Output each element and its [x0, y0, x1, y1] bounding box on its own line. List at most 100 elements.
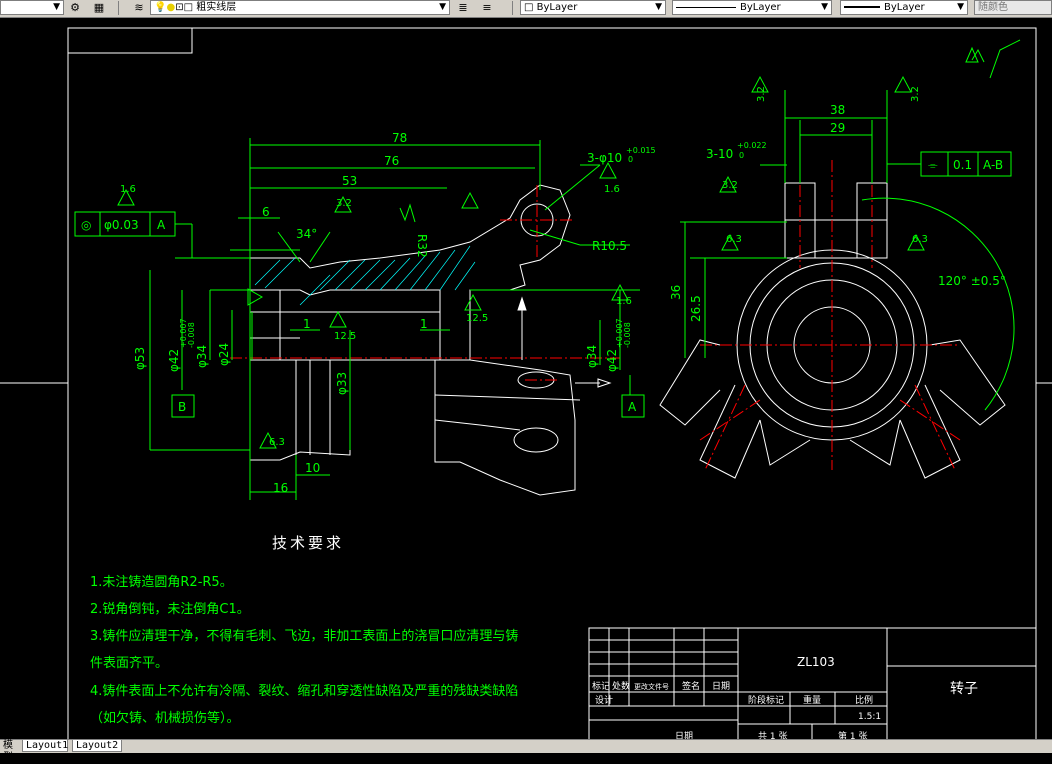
sheet-total: 共 1 张 [758, 731, 787, 739]
dim-holes2-tol: +0.022 [737, 141, 767, 150]
dim-d33: φ33 [335, 372, 349, 395]
rough-125b: 12.5 [466, 313, 488, 324]
dim-36: 36 [669, 285, 683, 300]
dim-holes-tol: +0.015 [626, 146, 656, 155]
sym-frame-sym: ⌯ [928, 158, 938, 172]
layer-name: 粗实线层 [196, 2, 237, 13]
rough-63: 6.3 [269, 437, 285, 448]
plotstyle-dropdown[interactable]: 随颜色 [974, 0, 1052, 15]
rough-63r2: 6.3 [912, 234, 928, 245]
dimensions-left [74, 138, 645, 500]
title-block-text: ZL103 转子 标记 处数 更改文件号 签名 日期 设计 阶段标记 重量 比例… [592, 655, 978, 739]
dim-r105: R10.5 [592, 239, 627, 253]
datum-a: A [628, 400, 637, 414]
rough-16b: 1.6 [604, 184, 620, 195]
col-stage: 阶段标记 [748, 694, 784, 706]
dimension-text-right: 38 29 3-10 +0.022 0 ⌯ 0.1 A-B 36 26.5 12… [669, 86, 1006, 322]
linetype-dropdown[interactable]: ByLayer ▼ [672, 0, 832, 15]
note-4b: （如欠铸、机械损伤等）。 [90, 710, 240, 726]
col-approve: 日期 [675, 731, 693, 739]
col-design: 设计 [595, 694, 613, 706]
chevron-down-icon: ▼ [957, 2, 964, 12]
rough-63r: 6.3 [726, 234, 742, 245]
dim-78: 78 [392, 131, 407, 145]
tol-frame-val: φ0.03 [104, 218, 139, 232]
layout-tabs: 模型 Layout1 Layout2 [0, 739, 1052, 763]
lightbulb-icon: 💡 [154, 2, 167, 13]
section-hatch [254, 245, 476, 306]
lineweight-dropdown[interactable]: ByLayer ▼ [840, 0, 968, 15]
chevron-down-icon: ▼ [53, 2, 60, 12]
dim-10: 10 [305, 461, 320, 475]
dim-265: 26.5 [689, 295, 703, 322]
linetype-value: ByLayer [740, 2, 781, 13]
note-1: 1.未注铸造圆角R2-R5。 [90, 574, 233, 590]
layer-previous-icon[interactable]: ≡ [480, 1, 494, 15]
layer-properties-icon[interactable]: ≋ [132, 1, 146, 15]
layer-states-icon[interactable]: ⚙ [68, 1, 82, 15]
dim-6: 6 [262, 205, 270, 219]
dim-d42-right: φ42 [605, 349, 619, 372]
sheet-no: 第 1 张 [838, 730, 867, 739]
layer-dropdown[interactable]: 💡●⊡□ 粗实线层 ▼ [150, 0, 450, 15]
notes-title: 技术要求 [272, 534, 344, 552]
material-label: ZL103 [797, 655, 835, 669]
note-3b: 件表面齐平。 [90, 655, 168, 671]
workspace-dropdown[interactable]: ▼ [0, 0, 64, 15]
dim-holes2: 3-10 [706, 147, 733, 161]
sym-frame-ref: A-B [983, 158, 1003, 172]
dim-angle: 120° ±0.5° [938, 274, 1006, 288]
rough-32r: 3.2 [756, 86, 767, 102]
model-space-canvas[interactable]: 78 76 53 6 34° R32 3-φ10 +0.015 0 R10.5 … [0, 17, 1052, 739]
dim-d53: φ53 [133, 347, 147, 370]
dim-16: 16 [273, 481, 288, 495]
dim-d42-right-tol-dn: -0.008 [623, 322, 632, 348]
datum-b: B [178, 400, 186, 414]
color-dropdown[interactable]: □ ByLayer ▼ [520, 0, 666, 15]
chevron-down-icon: ▼ [655, 2, 662, 12]
dim-r32: R32 [415, 234, 429, 258]
color-swatch-icon: □ [183, 2, 194, 13]
make-current-icon[interactable]: ≣ [456, 1, 470, 15]
tab-layout2[interactable]: Layout2 [72, 740, 122, 752]
dim-holes2-tol2: 0 [739, 151, 744, 160]
col-count: 处数 [612, 680, 630, 692]
rough-32: 3.2 [336, 198, 352, 209]
tab-model[interactable]: 模型 [0, 740, 22, 763]
dim-53: 53 [342, 174, 357, 188]
color-value: ByLayer [536, 2, 578, 13]
rough-16: 1.6 [120, 184, 136, 195]
technical-notes: 1.未注铸造圆角R2-R5。 2.锐角倒钝，未注倒角C1。 3.铸件应清理干净，… [90, 574, 518, 726]
sun-icon: ● [166, 2, 176, 13]
dim-d42-tol-dn: -0.008 [187, 322, 196, 348]
dim-76: 76 [384, 154, 399, 168]
dim-1b: 1 [420, 317, 428, 331]
col-date: 日期 [712, 681, 730, 692]
dimension-text-left: 78 76 53 6 34° R32 3-φ10 +0.015 0 R10.5 … [81, 131, 656, 495]
dim-d42: φ42 [167, 349, 181, 372]
layer-manager-icon[interactable]: ▦ [92, 1, 106, 15]
tol-frame-sym: ◎ [81, 218, 91, 232]
properties-toolbar: ▼ ⚙ ▦ ≋ 💡●⊡□ 粗实线层 ▼ ≣ ≡ □ ByLayer ▼ ByLay… [0, 0, 1052, 18]
note-4a: 4.铸件表面上不允许有冷隔、裂纹、缩孔和穿透性缺陷及严重的残缺类缺陷 [90, 683, 518, 699]
centerlines-right [699, 160, 961, 471]
lock-icon: ⊡ [175, 2, 184, 13]
part-name: 转子 [950, 681, 978, 697]
lineweight-value: ByLayer [884, 2, 925, 13]
dim-29: 29 [830, 121, 845, 135]
chevron-down-icon: ▼ [439, 2, 446, 12]
dim-d24: φ24 [217, 343, 231, 366]
sym-frame-val: 0.1 [953, 158, 972, 172]
dim-1a: 1 [303, 317, 311, 331]
col-sign: 签名 [682, 680, 700, 692]
col-area: 更改文件号 [634, 682, 669, 691]
rough-16c: 1.6 [616, 296, 632, 307]
dim-holes-tol2: 0 [628, 155, 633, 164]
rough-32r3: 3.2 [722, 180, 738, 191]
tab-layout1[interactable]: Layout1 [22, 740, 68, 752]
dimensions-right [680, 39, 1021, 411]
plotstyle-value: 随颜色 [978, 2, 1008, 13]
note-3a: 3.铸件应清理干净，不得有毛刺、飞边，非加工表面上的浇冒口应清理与铸 [90, 628, 518, 644]
col-scale: 比例 [855, 694, 873, 706]
tol-frame-ref: A [157, 218, 166, 232]
